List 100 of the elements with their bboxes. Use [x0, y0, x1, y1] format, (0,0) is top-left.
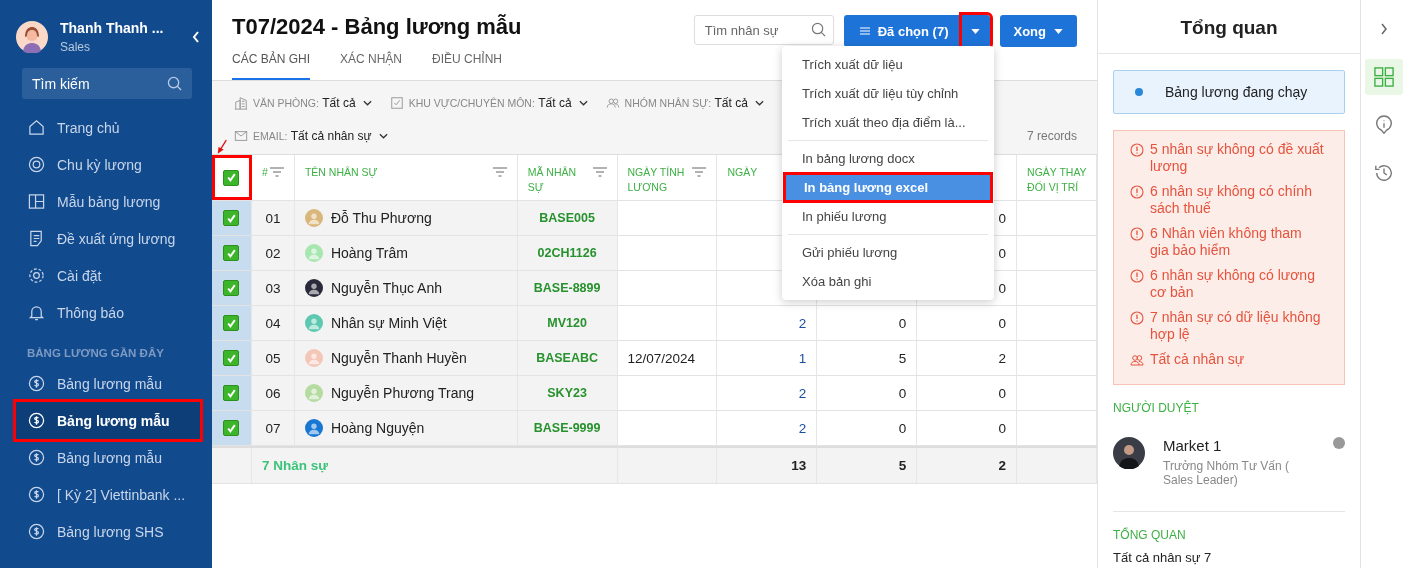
menu-item[interactable]: Gửi phiếu lương: [782, 238, 994, 267]
checkmark-icon: [225, 387, 237, 399]
row-checkbox[interactable]: [223, 385, 240, 401]
employee-name: Nhân sự Minh Việt: [330, 315, 447, 331]
filter-icon[interactable]: [592, 167, 607, 177]
chevron-right-icon[interactable]: [1379, 23, 1388, 35]
user-name: Thanh Thanh ...: [60, 20, 165, 36]
warning-item[interactable]: 5 nhân sự không có đề xuất lương: [1130, 141, 1324, 175]
home-icon: [28, 119, 45, 136]
filter-dropdown[interactable]: KHU VỰC/CHUYÊN MÔN: Tất cả: [389, 96, 588, 110]
recent-payroll-item[interactable]: Bảng lương mẫu: [16, 439, 200, 476]
filter-dropdown[interactable]: NHÓM NHÂN SỰ: Tất cả: [605, 96, 764, 110]
filter-icon[interactable]: [492, 167, 507, 177]
checkmark-icon: [225, 172, 237, 183]
table-cell: 12/07/2024: [627, 350, 696, 366]
nav-item[interactable]: Mẫu bảng lương: [16, 183, 200, 220]
menu-item[interactable]: Xóa bản ghi: [782, 267, 994, 296]
menu-item[interactable]: In phiếu lương: [782, 202, 994, 231]
warning-item[interactable]: 6 Nhân viên không tham gia bảo hiểm: [1130, 225, 1324, 259]
alert-icon: [1130, 185, 1144, 199]
gear-icon: [28, 267, 45, 284]
grid-button[interactable]: [1364, 59, 1403, 95]
selected-actions-button[interactable]: Đã chọn (7): [843, 15, 962, 47]
employee-name: Nguyễn Thục Anh: [330, 280, 442, 296]
row-checkbox[interactable]: [223, 210, 240, 226]
warning-item[interactable]: Tất cả nhân sự: [1130, 351, 1324, 368]
nav-item[interactable]: Thông báo: [16, 294, 200, 331]
row-checkbox[interactable]: [223, 420, 240, 436]
menu-item[interactable]: Trích xuất dữ liệu tùy chỉnh: [782, 79, 994, 108]
table-cell: 0: [898, 420, 907, 436]
row-number: 02: [251, 236, 295, 270]
table-cell: 0: [998, 280, 1007, 296]
row-checkbox[interactable]: [223, 280, 240, 296]
table-cell: 0: [898, 315, 907, 331]
table-cell: 0: [998, 245, 1007, 261]
total-cell: 13: [791, 458, 807, 473]
nav-item[interactable]: Chu kỳ lương: [16, 146, 200, 183]
recent-payroll-item[interactable]: Bảng lương SHS: [16, 513, 200, 550]
total-cell: 2: [998, 458, 1007, 473]
collapse-icon[interactable]: [192, 31, 200, 43]
employee-name: Hoàng Trâm: [330, 245, 408, 261]
menu-item[interactable]: In bảng lương excel: [784, 173, 992, 202]
chevron-down-icon: [362, 100, 372, 106]
checkmark-icon: [225, 422, 237, 434]
employee-search-field[interactable]: Tìm nhân sự: [693, 15, 834, 45]
menu-item[interactable]: In bảng lương docx: [782, 144, 994, 173]
row-checkbox[interactable]: [223, 245, 240, 261]
done-button[interactable]: Xong: [999, 15, 1077, 47]
recent-payroll-item[interactable]: Bảng lương mẫu: [16, 365, 200, 402]
warning-item[interactable]: 7 nhân sự có dữ liệu không hợp lệ: [1130, 309, 1324, 343]
search-field[interactable]: Tìm kiếm: [22, 68, 192, 99]
tab[interactable]: ĐIỀU CHỈNH: [432, 40, 503, 80]
row-number: 06: [251, 376, 295, 410]
arrow-icon: [216, 139, 228, 155]
checkmark-icon: [225, 247, 237, 259]
filter-icon[interactable]: [692, 167, 707, 177]
layout-icon: [28, 193, 45, 210]
menu-item[interactable]: Trích xuất dữ liệu: [782, 50, 994, 79]
checkmark-icon: [225, 212, 237, 224]
employee-code: 02CH1126: [517, 236, 618, 270]
table-cell: 5: [898, 350, 907, 366]
record-count: 7 records: [1026, 129, 1077, 143]
warning-item[interactable]: 6 nhân sự không có lương cơ bản: [1130, 267, 1324, 301]
filter-icon[interactable]: [269, 167, 284, 177]
row-number: 07: [251, 411, 295, 445]
people-icon: [1130, 353, 1144, 367]
recent-payroll-item[interactable]: Bảng lương mẫu: [16, 402, 200, 439]
alert-icon: [1130, 269, 1144, 283]
alert-icon: [1130, 227, 1144, 241]
nav-item[interactable]: Trang chủ: [16, 109, 200, 146]
checkmark-icon: [225, 352, 237, 364]
building-icon: [234, 96, 248, 110]
menu-item[interactable]: Trích xuất theo địa điểm là...: [782, 108, 994, 137]
column-header: NGÀY: [727, 165, 758, 180]
row-checkbox[interactable]: [223, 315, 240, 331]
avatar: [1113, 437, 1145, 469]
employee-name: Đỗ Thu Phương: [330, 210, 432, 226]
nav-item[interactable]: Cài đặt: [16, 257, 200, 294]
filter-dropdown[interactable]: VĂN PHÒNG: Tất cả: [234, 96, 372, 110]
search-icon: [167, 76, 182, 91]
table-cell: 2: [798, 315, 807, 331]
search-icon: [810, 22, 826, 37]
dropdown-toggle-button[interactable]: [961, 15, 990, 47]
nav-item[interactable]: Đề xuất ứng lương: [16, 220, 200, 257]
dollar-icon: [28, 449, 45, 466]
table-cell: 0: [898, 385, 907, 401]
checkmark-icon: [225, 317, 237, 329]
tab[interactable]: XÁC NHẬN: [340, 40, 403, 80]
recent-payroll-item[interactable]: [ Kỳ 2] Viettinbank ...: [16, 476, 200, 513]
employee-code: BASEABC: [517, 341, 618, 375]
select-all-checkbox[interactable]: [223, 169, 240, 186]
row-checkbox[interactable]: [223, 350, 240, 366]
warning-item[interactable]: 6 nhân sự không có chính sách thuế: [1130, 183, 1324, 217]
filter-dropdown[interactable]: EMAIL: Tất cả nhân sự: [234, 129, 388, 143]
bell-icon: [28, 304, 45, 321]
overview-line: Tất cả nhân sự 7: [1113, 550, 1213, 565]
menu-icon: [859, 27, 870, 35]
row-number: 03: [251, 271, 295, 305]
user-role: Sales: [60, 40, 92, 54]
checkbox-icon: [389, 96, 404, 110]
